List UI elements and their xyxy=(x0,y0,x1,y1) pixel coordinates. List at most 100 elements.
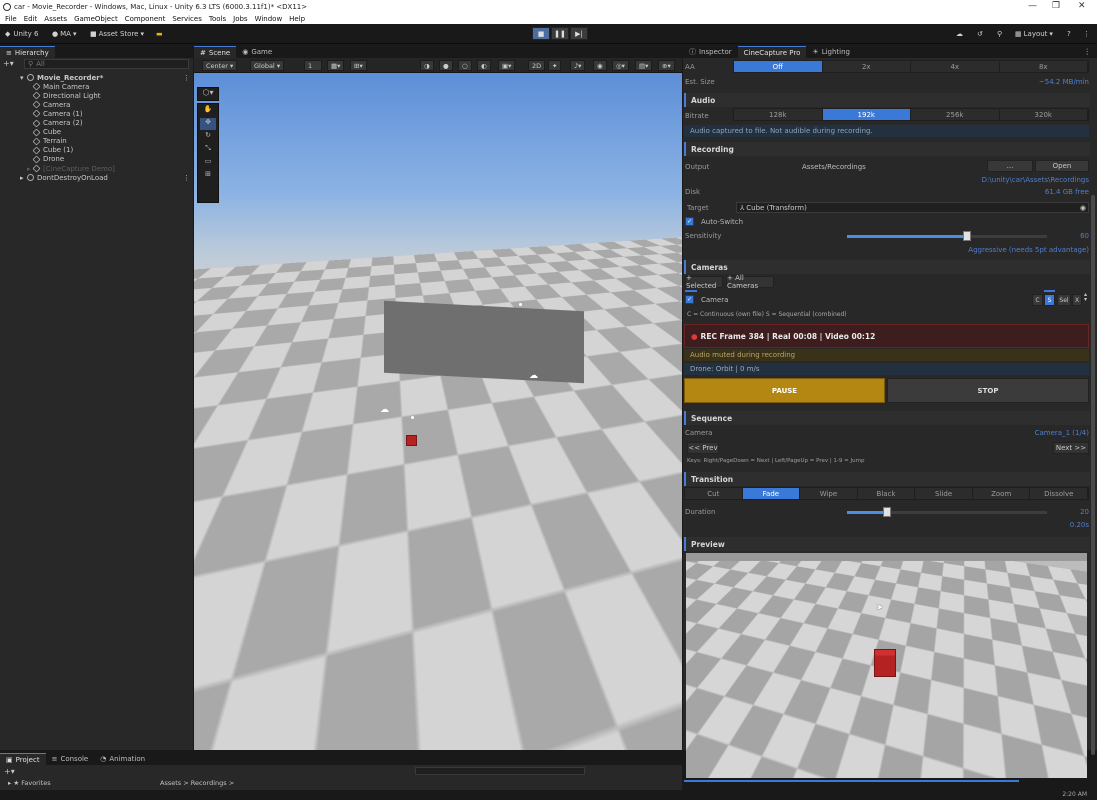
minimize-button[interactable]: — xyxy=(1028,1,1037,11)
output-value[interactable]: Assets/Recordings xyxy=(802,163,866,171)
render-mode-icon[interactable]: ▣▾ xyxy=(498,60,515,71)
menu-assets[interactable]: Assets xyxy=(44,15,67,23)
sensitivity-slider-handle[interactable] xyxy=(963,231,971,241)
duration-slider[interactable] xyxy=(847,511,1047,514)
transition-option-wipe[interactable]: Wipe xyxy=(800,488,858,499)
pivot-dropdown[interactable]: Center ▾ xyxy=(202,60,237,71)
layers-icon[interactable]: ▤ xyxy=(253,738,260,746)
cameras-section-header[interactable]: Cameras xyxy=(684,260,1090,274)
hierarchy-item[interactable]: Camera (1) xyxy=(0,109,190,118)
transition-option-black[interactable]: Black xyxy=(858,488,916,499)
target-field[interactable]: ⅄ Cube (Transform) ◉ xyxy=(736,202,1089,213)
scene-viewport[interactable]: ☁ ☁ ✋ ✥ ↻ ⤡ ▭ ⊞ ⬡▾ ✎ ✥ ▦ ⊞ ▤ ◯ ◍ ⚲ ✛ ⊡ xyxy=(194,73,682,750)
scene-menu-icon[interactable]: ⋮ xyxy=(183,74,190,82)
tab-cinecapture-pro[interactable]: CineCapture Pro xyxy=(738,46,807,58)
bitrate-option-192k[interactable]: 192k xyxy=(823,109,912,120)
increment-snap-icon[interactable]: ⊞▾ xyxy=(350,60,367,71)
brush-icon[interactable]: ✎ xyxy=(205,738,211,746)
menu-component[interactable]: Component xyxy=(125,15,166,23)
transform-tool-icon[interactable]: ⊞ xyxy=(200,170,216,182)
search-icon[interactable]: ⚲ xyxy=(997,28,1002,40)
account-button[interactable]: ● MA ▾ xyxy=(52,28,76,40)
aa-option-8x[interactable]: 8x xyxy=(1000,61,1089,72)
hierarchy-item[interactable]: Drone xyxy=(0,155,190,164)
view-tool-icon[interactable]: ✋ xyxy=(200,105,216,117)
tab-project[interactable]: ▣ Project xyxy=(0,753,46,765)
menu-tools[interactable]: Tools xyxy=(209,15,226,23)
notification-icon[interactable]: ▬ xyxy=(156,28,163,40)
hidden-objects-icon[interactable]: ◎▾ xyxy=(612,60,629,71)
prev-camera-button[interactable]: << Prev xyxy=(687,442,719,454)
close-button[interactable]: ✕ xyxy=(1078,1,1086,11)
horizontal-scrollbar[interactable] xyxy=(684,780,1019,782)
open-folder-button[interactable]: Open xyxy=(1035,160,1089,172)
menu-file[interactable]: File xyxy=(5,15,17,23)
project-breadcrumb[interactable]: Assets > Recordings > xyxy=(160,779,234,787)
create-icon[interactable]: +▾ xyxy=(4,767,15,776)
scale-tool-icon[interactable]: ⤡ xyxy=(200,144,216,156)
light-gizmo-icon[interactable]: ☁ xyxy=(529,371,538,381)
transition-option-fade[interactable]: Fade xyxy=(743,488,801,499)
transition-option-cut[interactable]: Cut xyxy=(685,488,743,499)
bitrate-option-320k[interactable]: 320k xyxy=(1000,109,1089,120)
mode-sequential-button[interactable]: S xyxy=(1044,294,1055,306)
wall-object[interactable] xyxy=(384,301,584,383)
output-path[interactable]: D:\unity\car\Assets\Recordings xyxy=(982,176,1089,184)
expand-arrow-icon[interactable]: ▾ xyxy=(20,74,24,82)
camera-enabled-checkbox[interactable]: ✓ xyxy=(685,295,694,304)
add-selected-button[interactable]: + Selected xyxy=(685,276,723,288)
audio-toggle-icon[interactable]: ♪▾ xyxy=(570,60,585,71)
tab-scene[interactable]: # Scene xyxy=(194,46,236,58)
inspector-scrollbar[interactable] xyxy=(1091,195,1095,755)
hierarchy-scene-row[interactable]: ▾ Movie_Recorder* ⋮ xyxy=(0,73,190,82)
sequence-section-header[interactable]: Sequence xyxy=(684,411,1090,425)
step-button[interactable]: ▶| xyxy=(570,27,588,40)
snap-icon[interactable]: ⊞ xyxy=(241,738,247,746)
tab-lighting[interactable]: ☀ Lighting xyxy=(806,46,856,58)
bitrate-option-256k[interactable]: 256k xyxy=(911,109,1000,120)
wireframe-icon[interactable]: ○ xyxy=(458,60,472,71)
sensitivity-value[interactable]: 60 xyxy=(1080,232,1089,240)
menu-gameobject[interactable]: GameObject xyxy=(74,15,118,23)
stop-recording-button[interactable]: STOP xyxy=(887,378,1089,403)
add-all-cameras-button[interactable]: + All Cameras xyxy=(726,276,774,288)
remove-camera-button[interactable]: X xyxy=(1072,294,1082,306)
menu-jobs[interactable]: Jobs xyxy=(233,15,247,23)
pan-icon[interactable]: ✛ xyxy=(303,738,309,746)
shaded-icon[interactable]: ● xyxy=(439,60,453,71)
scene-menu-icon[interactable]: ⋮ xyxy=(183,174,190,182)
camera-gizmo-icon[interactable]: ☁ xyxy=(380,405,389,415)
menu-help[interactable]: Help xyxy=(289,15,305,23)
aa-option-off[interactable]: Off xyxy=(734,61,823,72)
more-icon[interactable]: ⋮ xyxy=(1083,28,1090,40)
next-camera-button[interactable]: Next >> xyxy=(1053,442,1089,454)
move-tool-icon[interactable]: ✥ xyxy=(200,118,216,130)
expand-arrow-icon[interactable]: ▸ xyxy=(20,174,24,182)
grid-snap-icon[interactable]: ▦▾ xyxy=(327,60,344,71)
camera-settings-icon[interactable]: ▤▾ xyxy=(635,60,652,71)
transition-section-header[interactable]: Transition xyxy=(684,472,1090,486)
tab-hierarchy[interactable]: ≡ Hierarchy xyxy=(0,46,55,58)
cube-object[interactable] xyxy=(406,435,417,446)
hierarchy-item[interactable]: Camera (2) xyxy=(0,119,190,128)
move-icon[interactable]: ✥ xyxy=(217,738,223,746)
asset-store-button[interactable]: ■ Asset Store ▾ xyxy=(90,28,144,40)
unity-version-button[interactable]: ◆ Unity 6 xyxy=(5,28,38,40)
favorites-folder[interactable]: ▸ ★ Favorites xyxy=(8,779,51,787)
grid-size-field[interactable]: 1 xyxy=(304,60,322,71)
draw-mode-icon[interactable]: ◑ xyxy=(420,60,434,71)
transition-option-dissolve[interactable]: Dissolve xyxy=(1030,488,1088,499)
maximize-button[interactable]: ❐ xyxy=(1052,1,1060,11)
pause-button[interactable]: ❚❚ xyxy=(551,27,569,40)
tab-inspector[interactable]: ⓘ Inspector xyxy=(683,46,738,58)
reorder-arrows-icon[interactable]: ▴ ▾ xyxy=(1084,292,1087,302)
hierarchy-scene-row[interactable]: ▸ DontDestroyOnLoad ⋮ xyxy=(0,173,190,182)
duration-slider-handle[interactable] xyxy=(883,507,891,517)
transition-option-zoom[interactable]: Zoom xyxy=(973,488,1031,499)
hierarchy-item[interactable]: Main Camera xyxy=(0,82,190,91)
pause-recording-button[interactable]: PAUSE xyxy=(684,378,885,403)
select-camera-button[interactable]: Sel xyxy=(1057,294,1071,306)
history-icon[interactable]: ↺ xyxy=(977,28,983,40)
preview-section-header[interactable]: Preview xyxy=(684,537,1090,551)
browse-button[interactable]: ... xyxy=(987,160,1033,172)
